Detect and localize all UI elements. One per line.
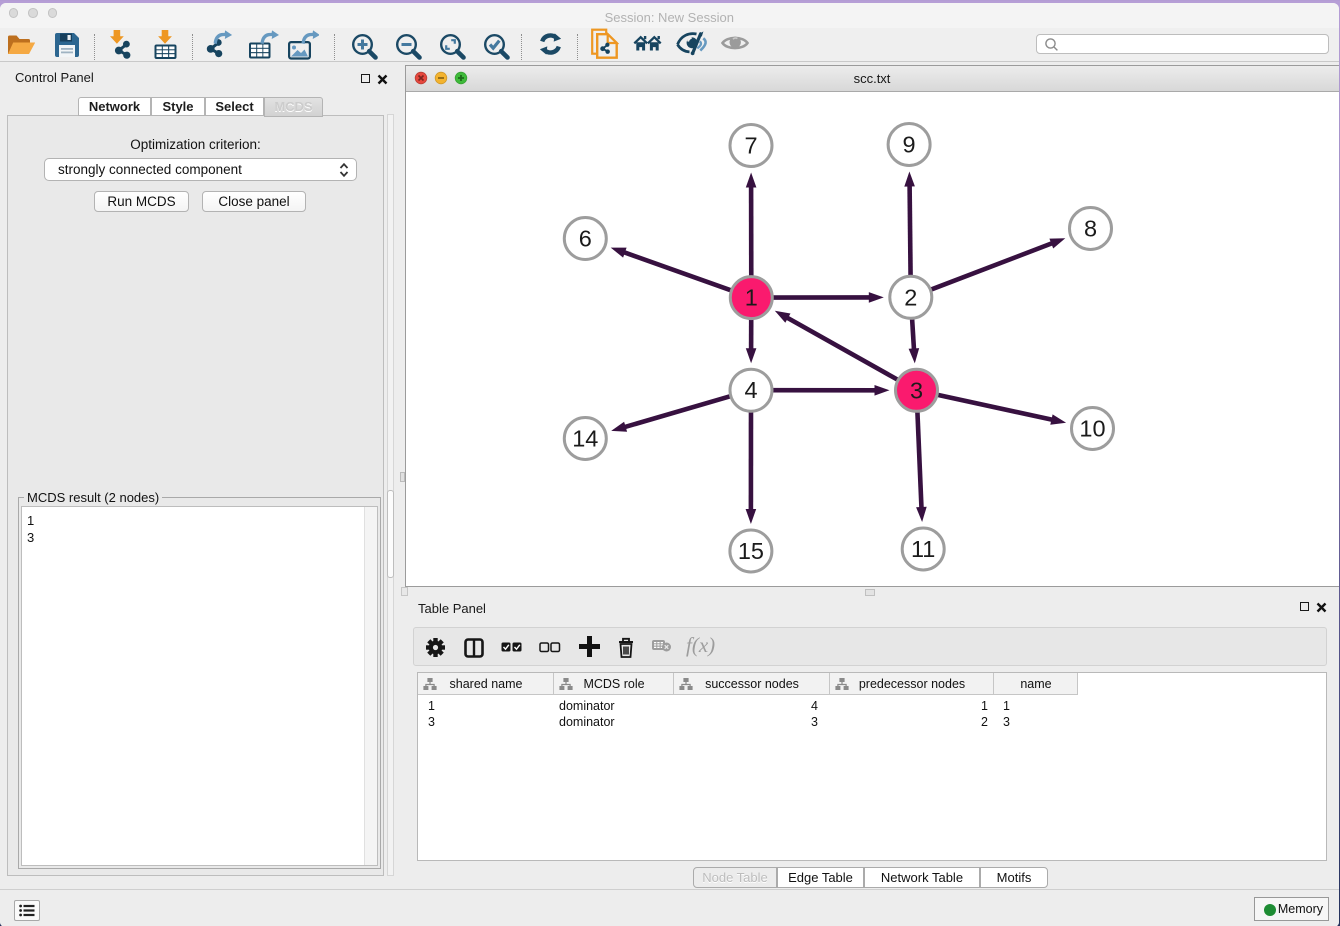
svg-text:7: 7: [744, 133, 757, 159]
svg-text:3: 3: [909, 377, 922, 403]
svg-text:10: 10: [1079, 416, 1105, 442]
svg-text:14: 14: [572, 426, 598, 452]
svg-text:6: 6: [578, 226, 591, 252]
svg-text:9: 9: [902, 132, 915, 158]
svg-text:2: 2: [904, 284, 917, 310]
svg-text:15: 15: [737, 538, 763, 564]
svg-text:11: 11: [910, 536, 934, 562]
svg-text:1: 1: [744, 285, 757, 311]
svg-text:8: 8: [1083, 216, 1096, 242]
svg-text:4: 4: [744, 377, 757, 403]
